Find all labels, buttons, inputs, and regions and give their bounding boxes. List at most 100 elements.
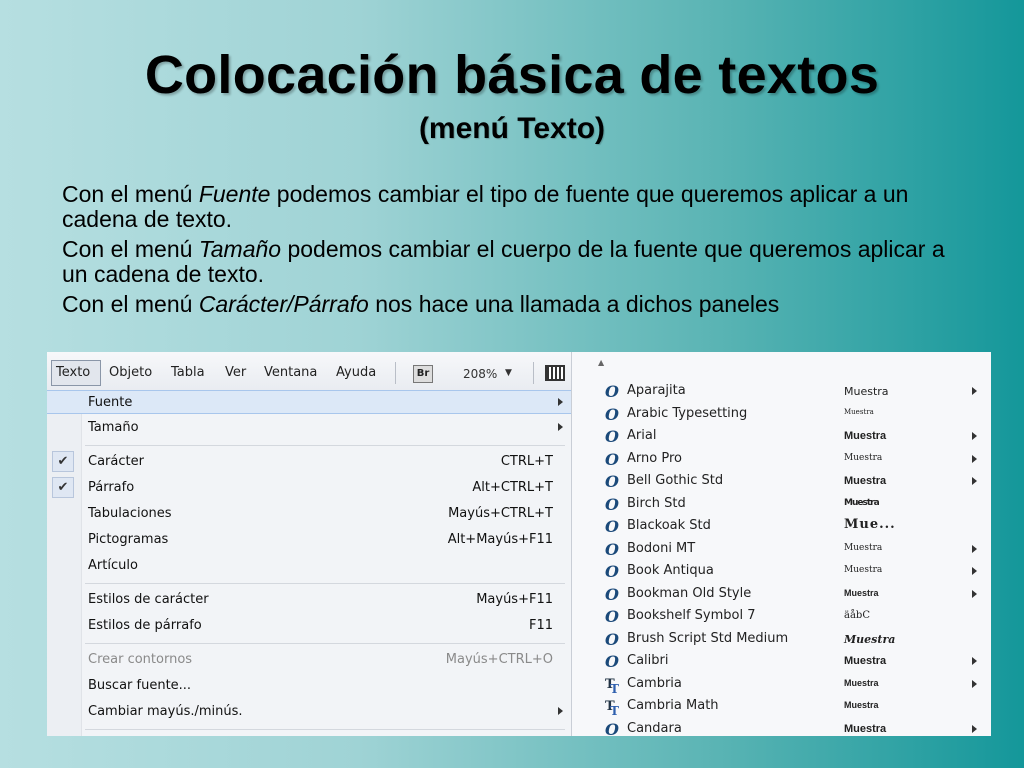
menu-item-pictogramas[interactable]: Pictogramas Alt+Mayús+F11 <box>47 528 571 552</box>
font-item[interactable]: O Bell Gothic Std Muestra <box>572 471 991 493</box>
menu-item-tabulaciones[interactable]: Tabulaciones Mayús+CTRL+T <box>47 502 571 526</box>
font-submenu: ▲ O Aparajita Muestra O Arabic Typesetting Mu… <box>571 352 991 736</box>
submenu-arrow-icon <box>972 477 977 485</box>
font-sample: äåbC <box>844 610 870 621</box>
scroll-up-icon[interactable]: ▲ <box>598 358 604 367</box>
menu-item-fuente[interactable]: Fuente <box>47 390 571 414</box>
opentype-icon: O <box>605 584 619 604</box>
slide-body: Con el menú Fuente podemos cambiar el ti… <box>62 182 962 322</box>
menubar-ayuda[interactable]: Ayuda <box>336 365 376 380</box>
submenu-arrow-icon <box>972 544 977 553</box>
bridge-icon[interactable]: Br <box>413 365 433 383</box>
opentype-icon: O <box>605 427 619 446</box>
zoom-level[interactable]: 208% <box>463 367 497 381</box>
menu-item-label: Tabulaciones <box>88 506 172 521</box>
font-item[interactable]: T T Cambria Math Muestra <box>572 696 991 718</box>
opentype-icon: O <box>605 472 619 491</box>
font-item[interactable]: O Aparajita Muestra <box>572 381 991 403</box>
slide-subtitle: (menú Texto) <box>418 112 606 145</box>
font-name: Blackoak Std <box>627 518 711 533</box>
bullet-tamano: Con el menú Tamaño podemos cambiar el cu… <box>62 237 962 287</box>
font-name: Calibri <box>627 653 669 668</box>
font-sample: Muestra <box>844 722 887 735</box>
checkmark-icon: ✔ <box>52 477 74 498</box>
menu-item-articulo[interactable]: Artículo <box>47 554 571 578</box>
font-sample: Muestra <box>844 587 879 598</box>
opentype-icon: O <box>605 517 619 536</box>
font-sample: Muestra <box>844 452 883 463</box>
submenu-arrow-icon <box>972 454 977 463</box>
menubar-label: Texto <box>56 365 91 380</box>
font-name: Bookman Old Style <box>627 585 752 601</box>
opentype-icon: O <box>605 652 619 671</box>
menu-separator <box>85 445 565 446</box>
menu-item-tamano[interactable]: Tamaño <box>47 416 571 440</box>
font-item[interactable]: O Book Antiqua Muestra <box>572 561 991 583</box>
font-name: Cambria <box>627 675 682 691</box>
font-item[interactable]: O Arial Muestra <box>572 426 991 448</box>
font-name: Book Antiqua <box>627 563 714 578</box>
screen-mode-icon[interactable] <box>545 365 565 381</box>
font-sample: Muestra <box>844 632 896 646</box>
font-sample: Muestra <box>844 700 879 710</box>
menu-item-label: Fuente <box>88 395 133 410</box>
font-item[interactable]: O Bookshelf Symbol 7 äåbC <box>572 606 991 628</box>
menu-item-estilos-caracter[interactable]: Estilos de carácter Mayús+F11 <box>47 588 571 612</box>
opentype-icon: O <box>605 607 619 626</box>
truetype-icon: TT <box>605 699 619 718</box>
menu-separator <box>85 643 565 644</box>
font-item[interactable]: O Calibri Muestra <box>572 651 991 673</box>
menubar-ver[interactable]: Ver <box>225 365 246 380</box>
menu-item-shortcut: Alt+Mayús+F11 <box>447 532 553 547</box>
opentype-icon: O <box>605 719 619 737</box>
menu-item-label: Tamaño <box>88 420 139 435</box>
bullet-caracter-parrafo: Con el menú Carácter/Párrafo nos hace un… <box>62 292 962 317</box>
chevron-down-icon[interactable]: ▼ <box>505 368 512 378</box>
font-item[interactable]: O Candara Muestra <box>572 719 991 737</box>
font-name: Candara <box>627 720 682 736</box>
font-item[interactable]: O Bodoni MT Muestra <box>572 539 991 561</box>
menu-item-label: Artículo <box>88 558 138 573</box>
opentype-icon: O <box>605 494 619 514</box>
submenu-arrow-icon <box>972 589 977 598</box>
menu-item-caracter[interactable]: ✔ Carácter CTRL+T <box>47 450 571 474</box>
font-sample: Muestra <box>844 475 887 487</box>
menu-item-buscar-fuente[interactable]: Buscar fuente... <box>47 674 571 698</box>
menu-item-label: Pictogramas <box>88 532 169 547</box>
bullet-emphasis: Tamaño <box>198 236 282 262</box>
menubar-tabla[interactable]: Tabla <box>171 365 205 380</box>
checkmark-icon: ✔ <box>52 451 74 472</box>
font-name: Bookshelf Symbol 7 <box>627 608 756 623</box>
font-name: Brush Script Std Medium <box>627 630 789 646</box>
font-item[interactable]: O Bookman Old Style Muestra <box>572 584 991 606</box>
font-name: Birch Std <box>627 495 686 511</box>
font-name: Cambria Math <box>627 698 719 713</box>
bullet-text: nos hace una llamada a dichos paneles <box>368 291 780 317</box>
font-sample: Muestra <box>844 677 879 688</box>
font-item[interactable]: O Blackoak Std Mue... <box>572 516 991 538</box>
font-sample: Muestra <box>844 565 883 575</box>
font-sample: Muestra <box>844 407 874 416</box>
slide-title: Colocación básica de textos <box>144 45 880 105</box>
font-item[interactable]: O Birch Std Muestra <box>572 494 991 516</box>
menu-item-label: Carácter <box>88 454 144 469</box>
font-item[interactable]: O Brush Script Std Medium Muestra <box>572 629 991 651</box>
menu-item-label: Estilos de párrafo <box>88 618 202 633</box>
menu-item-label: Estilos de carácter <box>88 592 209 607</box>
font-item[interactable]: O Arno Pro Muestra <box>572 449 991 471</box>
menu-item-estilos-parrafo[interactable]: Estilos de párrafo F11 <box>47 614 571 638</box>
menubar-objeto[interactable]: Objeto <box>109 365 152 380</box>
font-sample: Muestra <box>844 497 880 508</box>
menu-item-cambiar-mayus[interactable]: Cambiar mayús./minús. <box>47 700 571 724</box>
menu-item-label: Cambiar mayús./minús. <box>88 704 243 719</box>
menubar-ventana[interactable]: Ventana <box>264 365 317 380</box>
submenu-arrow-icon <box>558 707 563 715</box>
menu-item-shortcut: Mayús+F11 <box>476 592 553 607</box>
font-item[interactable]: T T Cambria Muestra <box>572 674 991 696</box>
menu-item-parrafo[interactable]: ✔ Párrafo Alt+CTRL+T <box>47 476 571 500</box>
submenu-arrow-icon <box>972 724 977 733</box>
font-name: Arial <box>627 428 657 443</box>
truetype-icon: TT <box>605 676 619 696</box>
font-item[interactable]: O Arabic Typesetting Muestra <box>572 404 991 426</box>
menubar-texto[interactable]: Texto <box>51 360 101 386</box>
